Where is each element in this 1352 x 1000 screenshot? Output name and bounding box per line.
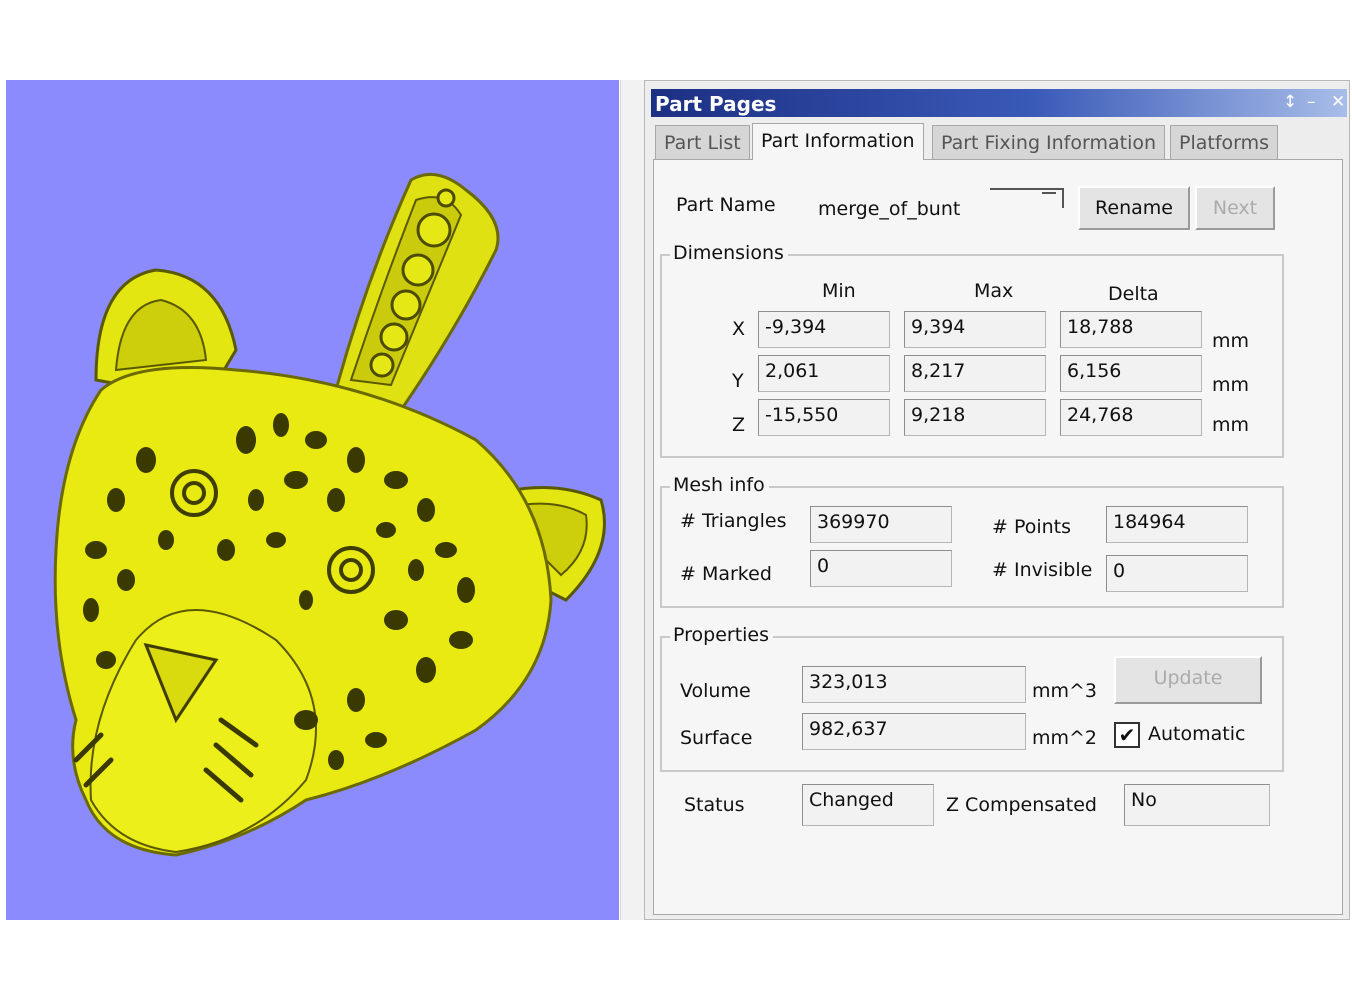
z-min-field[interactable]: -15,550	[758, 399, 890, 436]
rename-button-label: Rename	[1095, 197, 1173, 219]
tab-part-information[interactable]: Part Information	[752, 123, 924, 160]
z-compensated-field: No	[1124, 784, 1270, 826]
dimensions-title: Dimensions	[670, 242, 788, 264]
min-header: Min	[822, 280, 856, 302]
max-header: Max	[974, 280, 1014, 302]
part-name-label: Part Name	[676, 194, 776, 216]
x-delta-field[interactable]: 18,788	[1060, 311, 1202, 348]
volume-field[interactable]: 323,013	[802, 666, 1026, 703]
x-max-field[interactable]: 9,394	[904, 311, 1046, 348]
triangles-label: # Triangles	[680, 510, 787, 532]
dropdown-bar-icon	[1042, 192, 1056, 194]
y-min-field[interactable]: 2,061	[758, 355, 890, 392]
z-unit-label: mm	[1212, 414, 1250, 436]
pin-icon[interactable]: ↕	[1283, 92, 1297, 112]
delta-header: Delta	[1108, 283, 1159, 305]
marked-label: # Marked	[680, 563, 772, 585]
panel-title: Part Pages	[655, 92, 777, 116]
volume-label: Volume	[680, 680, 751, 702]
z-max-field[interactable]: 9,218	[904, 399, 1046, 436]
x-min-field[interactable]: -9,394	[758, 311, 890, 348]
z-compensated-label: Z Compensated	[946, 794, 1097, 816]
leopard-pendant-model[interactable]	[6, 80, 619, 920]
volume-unit: mm^3	[1032, 680, 1098, 702]
y-unit-label: mm	[1212, 374, 1250, 396]
automatic-checkbox[interactable]: ✔	[1114, 722, 1140, 748]
y-delta-field[interactable]: 6,156	[1060, 355, 1202, 392]
surface-label: Surface	[680, 727, 753, 749]
status-field: Changed	[802, 784, 934, 826]
invisible-label: # Invisible	[992, 559, 1093, 581]
y-axis-label: Y	[732, 370, 744, 392]
part-pages-panel: Part Pages ↕ – ✕ Part List Part Informat…	[644, 80, 1350, 920]
x-axis-label: X	[732, 318, 746, 340]
tab-part-fixing-information[interactable]: Part Fixing Information	[932, 125, 1166, 159]
y-max-field[interactable]: 8,217	[904, 355, 1046, 392]
viewport-splitter[interactable]	[620, 80, 644, 920]
dimensions-group: Dimensions Min Max Delta X -9,394 9,394 …	[660, 242, 1284, 458]
points-label: # Points	[992, 516, 1072, 538]
properties-group: Properties Volume 323,013 mm^3 Update Su…	[660, 624, 1284, 772]
part-name-value: merge_of_bunt	[818, 198, 961, 220]
3d-viewport[interactable]	[6, 80, 619, 920]
update-button-label: Update	[1153, 667, 1223, 689]
part-information-page: Part Name merge_of_bunt Rename Next Dime…	[653, 159, 1343, 915]
z-axis-label: Z	[732, 414, 746, 436]
automatic-label: Automatic	[1148, 723, 1246, 745]
part-name-dropdown[interactable]	[990, 188, 1064, 208]
close-icon[interactable]: ✕	[1331, 92, 1345, 112]
points-field[interactable]: 184964	[1106, 506, 1248, 543]
properties-title: Properties	[670, 624, 774, 646]
mesh-info-group: Mesh info # Triangles 369970 # Points 18…	[660, 474, 1284, 608]
marked-field[interactable]: 0	[810, 550, 952, 587]
surface-field[interactable]: 982,637	[802, 713, 1026, 750]
invisible-field[interactable]: 0	[1106, 555, 1248, 592]
panel-titlebar: Part Pages ↕ – ✕	[651, 89, 1347, 117]
tab-platforms[interactable]: Platforms	[1170, 125, 1279, 159]
tab-part-list[interactable]: Part List	[655, 125, 750, 159]
update-button: Update	[1114, 656, 1262, 704]
triangles-field[interactable]: 369970	[810, 506, 952, 543]
next-button: Next	[1195, 186, 1275, 230]
status-label: Status	[684, 794, 745, 816]
next-button-label: Next	[1212, 197, 1258, 219]
mesh-info-title: Mesh info	[670, 474, 769, 496]
x-unit-label: mm	[1212, 330, 1250, 352]
surface-unit: mm^2	[1032, 727, 1098, 749]
rename-button[interactable]: Rename	[1078, 186, 1190, 230]
minimize-icon[interactable]: –	[1307, 92, 1316, 112]
z-delta-field[interactable]: 24,768	[1060, 399, 1202, 436]
